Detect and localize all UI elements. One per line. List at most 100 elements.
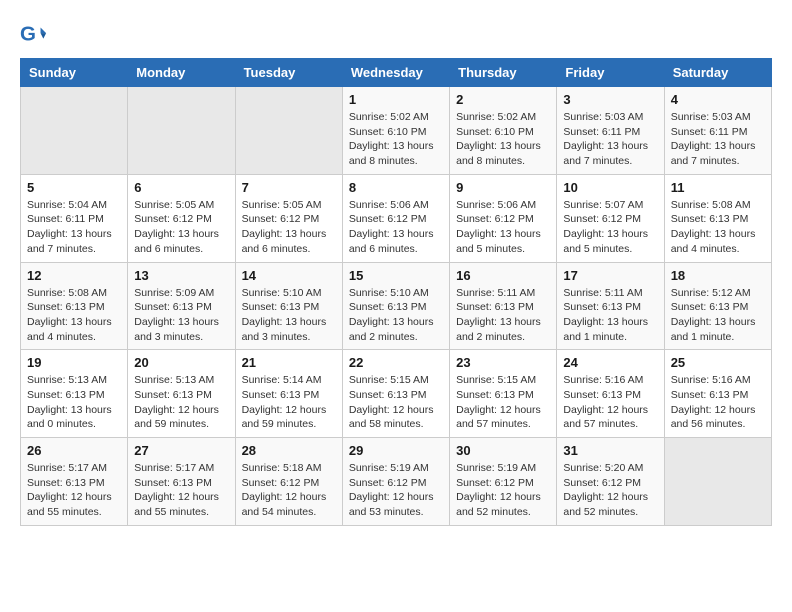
- calendar-week-row: 19 Sunrise: 5:13 AM Sunset: 6:13 PM Dayli…: [21, 350, 772, 438]
- day-number: 21: [242, 355, 336, 370]
- calendar-cell: 23 Sunrise: 5:15 AM Sunset: 6:13 PM Dayli…: [450, 350, 557, 438]
- day-info: Sunrise: 5:13 AM Sunset: 6:13 PM Dayligh…: [134, 373, 228, 432]
- calendar-cell: 22Sunrise: 5:15 AM Sunset: 6:13 PM Dayli…: [342, 350, 449, 438]
- calendar-cell: 11 Sunrise: 5:08 AM Sunset: 6:13 PM Dayli…: [664, 174, 771, 262]
- day-info: Sunrise: 5:19 AM Sunset: 6:12 PM Dayligh…: [456, 461, 550, 520]
- calendar-cell: 6 Sunrise: 5:05 AM Sunset: 6:12 PM Daylig…: [128, 174, 235, 262]
- calendar-cell: 2Sunrise: 5:02 AM Sunset: 6:10 PM Daylig…: [450, 87, 557, 175]
- calendar-cell: 7Sunrise: 5:05 AM Sunset: 6:12 PM Daylig…: [235, 174, 342, 262]
- calendar-week-row: 1 Sunrise: 5:02 AM Sunset: 6:10 PM Daylig…: [21, 87, 772, 175]
- calendar-cell: 26 Sunrise: 5:17 AM Sunset: 6:13 PM Dayli…: [21, 438, 128, 526]
- calendar-week-row: 12 Sunrise: 5:08 AM Sunset: 6:13 PM Dayli…: [21, 262, 772, 350]
- weekday-header: Tuesday: [235, 59, 342, 87]
- calendar-cell: 29 Sunrise: 5:19 AM Sunset: 6:12 PM Dayli…: [342, 438, 449, 526]
- day-number: 25: [671, 355, 765, 370]
- day-info: Sunrise: 5:05 AM Sunset: 6:12 PM Dayligh…: [134, 198, 228, 257]
- calendar-cell: 8 Sunrise: 5:06 AM Sunset: 6:12 PM Daylig…: [342, 174, 449, 262]
- logo: G: [20, 20, 52, 48]
- day-info: Sunrise: 5:08 AM Sunset: 6:13 PM Dayligh…: [671, 198, 765, 257]
- day-number: 14: [242, 268, 336, 283]
- calendar-week-row: 5 Sunrise: 5:04 AM Sunset: 6:11 PM Daylig…: [21, 174, 772, 262]
- day-info: Sunrise: 5:17 AM Sunset: 6:13 PM Dayligh…: [134, 461, 228, 520]
- day-info: Sunrise: 5:18 AM Sunset: 6:12 PM Dayligh…: [242, 461, 336, 520]
- day-number: 24: [563, 355, 657, 370]
- calendar-cell: 9 Sunrise: 5:06 AM Sunset: 6:12 PM Daylig…: [450, 174, 557, 262]
- calendar-cell: 10 Sunrise: 5:07 AM Sunset: 6:12 PM Dayli…: [557, 174, 664, 262]
- day-number: 13: [134, 268, 228, 283]
- calendar-cell: 19 Sunrise: 5:13 AM Sunset: 6:13 PM Dayli…: [21, 350, 128, 438]
- calendar-cell: 24Sunrise: 5:16 AM Sunset: 6:13 PM Dayli…: [557, 350, 664, 438]
- calendar-cell: 27 Sunrise: 5:17 AM Sunset: 6:13 PM Dayli…: [128, 438, 235, 526]
- calendar-cell: 17Sunrise: 5:11 AM Sunset: 6:13 PM Dayli…: [557, 262, 664, 350]
- day-info: Sunrise: 5:10 AM Sunset: 6:13 PM Dayligh…: [349, 286, 443, 345]
- day-info: Sunrise: 5:04 AM Sunset: 6:11 PM Dayligh…: [27, 198, 121, 257]
- day-info: Sunrise: 5:19 AM Sunset: 6:12 PM Dayligh…: [349, 461, 443, 520]
- calendar-cell: 4 Sunrise: 5:03 AM Sunset: 6:11 PM Daylig…: [664, 87, 771, 175]
- calendar-cell: 18 Sunrise: 5:12 AM Sunset: 6:13 PM Dayli…: [664, 262, 771, 350]
- calendar-body: 1 Sunrise: 5:02 AM Sunset: 6:10 PM Daylig…: [21, 87, 772, 526]
- day-info: Sunrise: 5:11 AM Sunset: 6:13 PM Dayligh…: [456, 286, 550, 345]
- day-info: Sunrise: 5:06 AM Sunset: 6:12 PM Dayligh…: [349, 198, 443, 257]
- calendar-cell: 21 Sunrise: 5:14 AM Sunset: 6:13 PM Dayli…: [235, 350, 342, 438]
- day-number: 23: [456, 355, 550, 370]
- day-info: Sunrise: 5:13 AM Sunset: 6:13 PM Dayligh…: [27, 373, 121, 432]
- day-info: Sunrise: 5:12 AM Sunset: 6:13 PM Dayligh…: [671, 286, 765, 345]
- day-number: 15: [349, 268, 443, 283]
- day-number: 18: [671, 268, 765, 283]
- day-info: Sunrise: 5:02 AM Sunset: 6:10 PM Dayligh…: [456, 110, 550, 169]
- calendar-cell: 3 Sunrise: 5:03 AM Sunset: 6:11 PM Daylig…: [557, 87, 664, 175]
- weekday-header: Thursday: [450, 59, 557, 87]
- day-number: 26: [27, 443, 121, 458]
- day-number: 12: [27, 268, 121, 283]
- day-number: 31: [563, 443, 657, 458]
- day-info: Sunrise: 5:14 AM Sunset: 6:13 PM Dayligh…: [242, 373, 336, 432]
- day-info: Sunrise: 5:02 AM Sunset: 6:10 PM Dayligh…: [349, 110, 443, 169]
- calendar-cell: 13Sunrise: 5:09 AM Sunset: 6:13 PM Dayli…: [128, 262, 235, 350]
- day-number: 20: [134, 355, 228, 370]
- day-number: 5: [27, 180, 121, 195]
- weekday-header: Wednesday: [342, 59, 449, 87]
- weekday-header: Saturday: [664, 59, 771, 87]
- calendar-cell: 14Sunrise: 5:10 AM Sunset: 6:13 PM Dayli…: [235, 262, 342, 350]
- weekday-header: Sunday: [21, 59, 128, 87]
- day-info: Sunrise: 5:15 AM Sunset: 6:13 PM Dayligh…: [456, 373, 550, 432]
- calendar-header: SundayMondayTuesdayWednesdayThursdayFrid…: [21, 59, 772, 87]
- calendar-cell: 16Sunrise: 5:11 AM Sunset: 6:13 PM Dayli…: [450, 262, 557, 350]
- day-number: 27: [134, 443, 228, 458]
- day-number: 10: [563, 180, 657, 195]
- calendar-cell: [21, 87, 128, 175]
- day-number: 4: [671, 92, 765, 107]
- day-info: Sunrise: 5:03 AM Sunset: 6:11 PM Dayligh…: [563, 110, 657, 169]
- day-number: 19: [27, 355, 121, 370]
- calendar-cell: 28 Sunrise: 5:18 AM Sunset: 6:12 PM Dayli…: [235, 438, 342, 526]
- day-number: 28: [242, 443, 336, 458]
- day-number: 17: [563, 268, 657, 283]
- calendar-cell: [128, 87, 235, 175]
- day-info: Sunrise: 5:05 AM Sunset: 6:12 PM Dayligh…: [242, 198, 336, 257]
- day-number: 6: [134, 180, 228, 195]
- calendar-cell: 15 Sunrise: 5:10 AM Sunset: 6:13 PM Dayli…: [342, 262, 449, 350]
- day-info: Sunrise: 5:17 AM Sunset: 6:13 PM Dayligh…: [27, 461, 121, 520]
- day-info: Sunrise: 5:16 AM Sunset: 6:13 PM Dayligh…: [671, 373, 765, 432]
- day-info: Sunrise: 5:08 AM Sunset: 6:13 PM Dayligh…: [27, 286, 121, 345]
- day-info: Sunrise: 5:15 AM Sunset: 6:13 PM Dayligh…: [349, 373, 443, 432]
- weekday-row: SundayMondayTuesdayWednesdayThursdayFrid…: [21, 59, 772, 87]
- day-number: 8: [349, 180, 443, 195]
- calendar-table: SundayMondayTuesdayWednesdayThursdayFrid…: [20, 58, 772, 526]
- day-number: 11: [671, 180, 765, 195]
- calendar-cell: 25 Sunrise: 5:16 AM Sunset: 6:13 PM Dayli…: [664, 350, 771, 438]
- day-number: 3: [563, 92, 657, 107]
- calendar-cell: 1 Sunrise: 5:02 AM Sunset: 6:10 PM Daylig…: [342, 87, 449, 175]
- day-number: 9: [456, 180, 550, 195]
- calendar-cell: 5 Sunrise: 5:04 AM Sunset: 6:11 PM Daylig…: [21, 174, 128, 262]
- logo-icon: G: [20, 20, 48, 48]
- day-number: 29: [349, 443, 443, 458]
- day-info: Sunrise: 5:06 AM Sunset: 6:12 PM Dayligh…: [456, 198, 550, 257]
- calendar-cell: 12 Sunrise: 5:08 AM Sunset: 6:13 PM Dayli…: [21, 262, 128, 350]
- day-info: Sunrise: 5:03 AM Sunset: 6:11 PM Dayligh…: [671, 110, 765, 169]
- page-header: G: [20, 20, 772, 48]
- calendar-cell: 20 Sunrise: 5:13 AM Sunset: 6:13 PM Dayli…: [128, 350, 235, 438]
- day-number: 1: [349, 92, 443, 107]
- day-info: Sunrise: 5:07 AM Sunset: 6:12 PM Dayligh…: [563, 198, 657, 257]
- calendar-cell: [235, 87, 342, 175]
